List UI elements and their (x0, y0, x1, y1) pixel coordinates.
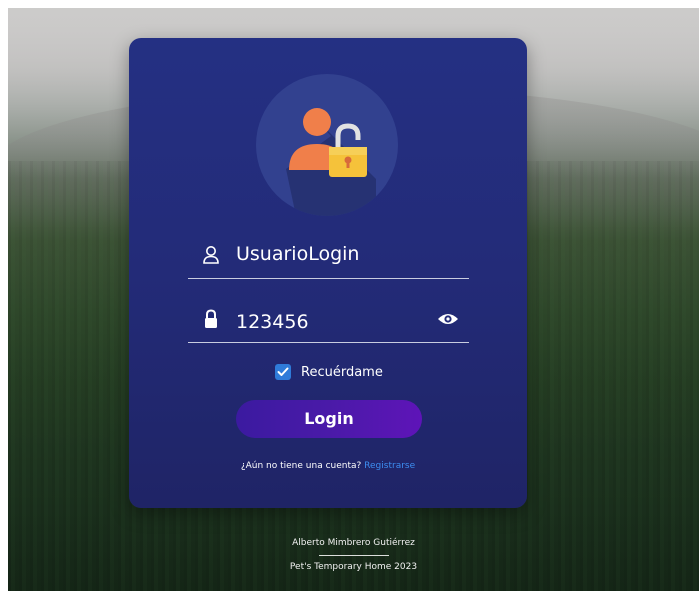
background-landscape: UsuarioLogin 123456 Recuérdame Login ¿Aú… (8, 8, 699, 591)
signup-prompt-text: ¿Aún no tiene una cuenta? (240, 461, 362, 471)
username-field[interactable]: UsuarioLogin (188, 234, 469, 279)
signup-link[interactable]: Registrarse (364, 461, 415, 471)
footer-divider (319, 555, 389, 556)
remember-label: Recuérdame (301, 364, 383, 380)
signup-prompt: ¿Aún no tiene una cuenta? Registrarse (129, 461, 527, 471)
login-button[interactable]: Login (236, 400, 422, 438)
user-icon (202, 244, 220, 266)
remember-checkbox[interactable] (275, 364, 291, 380)
eye-icon[interactable] (437, 311, 459, 327)
username-value: UsuarioLogin (236, 243, 360, 265)
check-icon (277, 367, 289, 376)
lock-icon (202, 308, 220, 330)
user-lock-icon (256, 74, 398, 216)
password-value: 123456 (236, 311, 309, 333)
password-field[interactable]: 123456 (188, 296, 469, 343)
login-card: UsuarioLogin 123456 Recuérdame Login ¿Aú… (129, 38, 527, 508)
footer-copyright: Pet's Temporary Home 2023 (289, 562, 418, 572)
footer-author: Alberto Mimbrero Gutiérrez (292, 538, 415, 548)
remember-me[interactable]: Recuérdame (275, 362, 383, 382)
